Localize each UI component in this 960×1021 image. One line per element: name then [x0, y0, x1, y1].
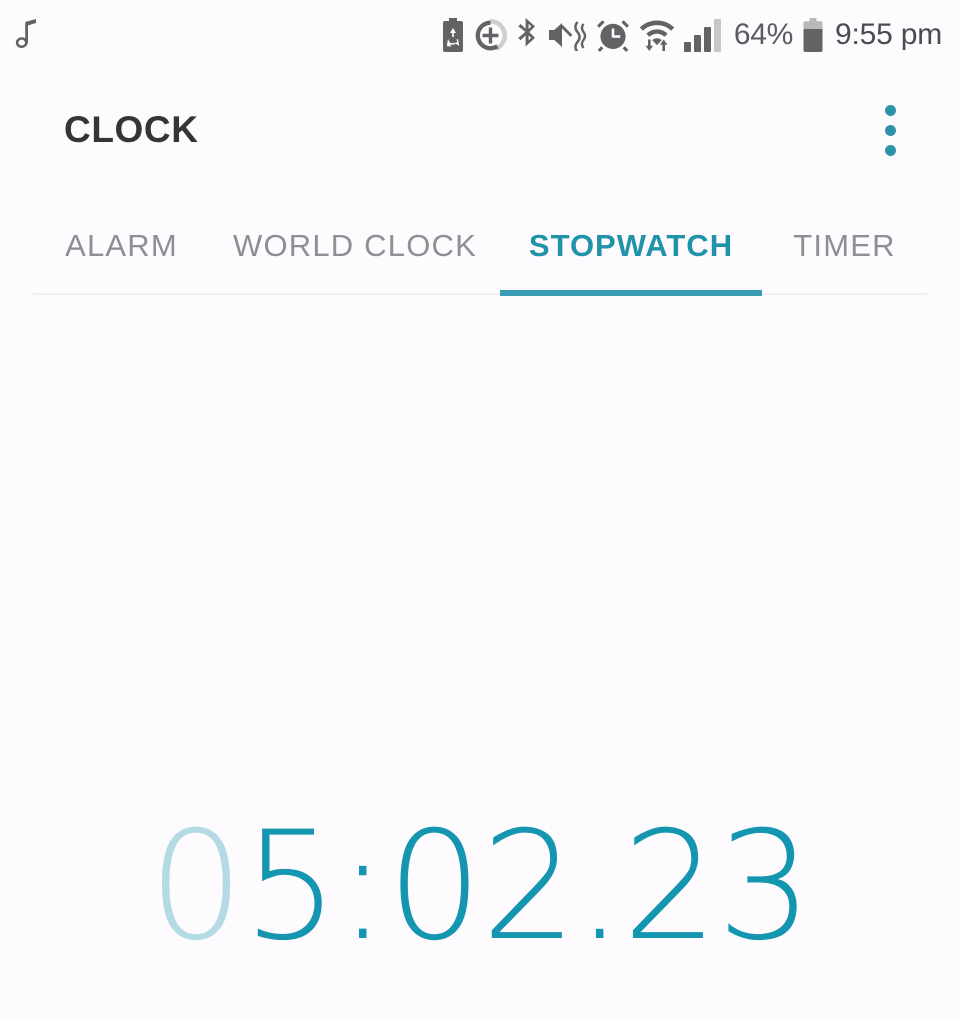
- alarm-clock-icon: [596, 18, 630, 52]
- stopwatch-elapsed-display: 05:02.23: [0, 812, 960, 962]
- stopwatch-panel: 05:02.23 dietshin.com: [0, 300, 960, 1021]
- battery-percent-label: 64%: [733, 18, 793, 51]
- status-bar-right-icons: 64% 9:55 pm: [441, 17, 942, 53]
- tab-alarm[interactable]: ALARM: [33, 228, 210, 264]
- tab-active-indicator: [500, 290, 762, 296]
- sound-mute-vibrate-icon: [547, 19, 587, 51]
- status-bar-left-icons: [14, 18, 40, 52]
- tab-divider: [33, 293, 927, 295]
- power-saving-battery-icon: [441, 18, 465, 52]
- status-bar: 64% 9:55 pm: [0, 0, 960, 70]
- overflow-menu-button[interactable]: [862, 98, 918, 162]
- tab-row: ALARM WORLD CLOCK STOPWATCH TIMER: [33, 198, 927, 293]
- tab-bar: ALARM WORLD CLOCK STOPWATCH TIMER: [0, 198, 960, 298]
- tab-timer[interactable]: TIMER: [762, 228, 927, 264]
- overflow-dot-1: [884, 104, 896, 116]
- tab-world-clock[interactable]: WORLD CLOCK: [210, 228, 500, 264]
- overflow-dot-2: [884, 124, 896, 136]
- status-bar-clock: 9:55 pm: [835, 18, 942, 51]
- music-note-icon: [14, 18, 40, 52]
- stopwatch-elapsed-value: 5:02.23: [243, 800, 812, 974]
- stopwatch-leading-zero: 0: [148, 800, 244, 974]
- wifi-data-transfer-icon: [639, 17, 675, 53]
- overflow-dot-3: [884, 144, 896, 156]
- page-title: CLOCK: [64, 109, 199, 150]
- bluetooth-icon: [516, 18, 538, 52]
- cellular-signal-icon: [683, 18, 722, 52]
- tab-stopwatch[interactable]: STOPWATCH: [500, 228, 762, 264]
- app-bar: CLOCK: [0, 70, 960, 190]
- battery-icon: [802, 18, 824, 52]
- ultra-power-saving-icon: [474, 18, 507, 52]
